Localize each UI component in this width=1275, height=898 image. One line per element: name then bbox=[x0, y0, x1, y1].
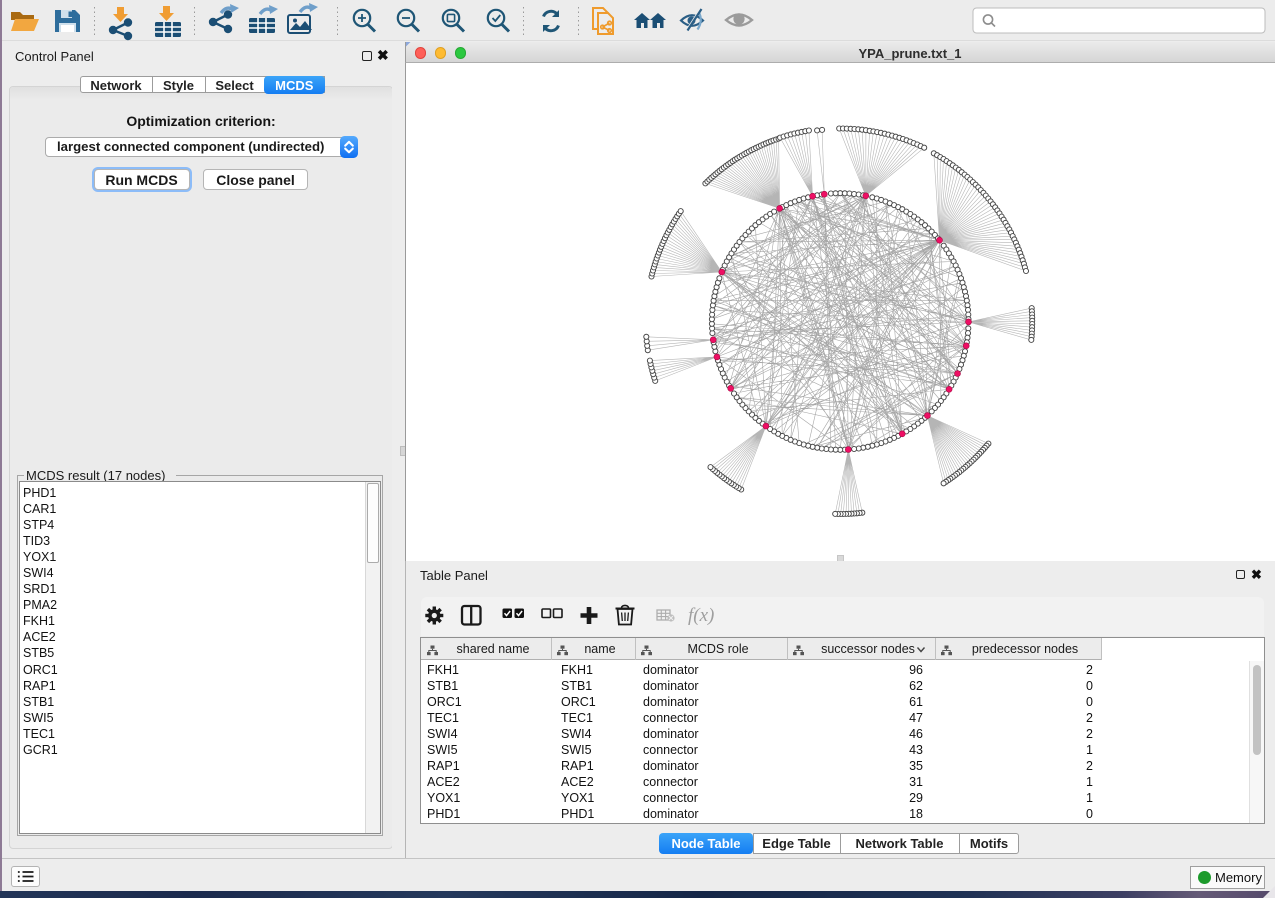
svg-text:f(x): f(x) bbox=[688, 605, 714, 626]
